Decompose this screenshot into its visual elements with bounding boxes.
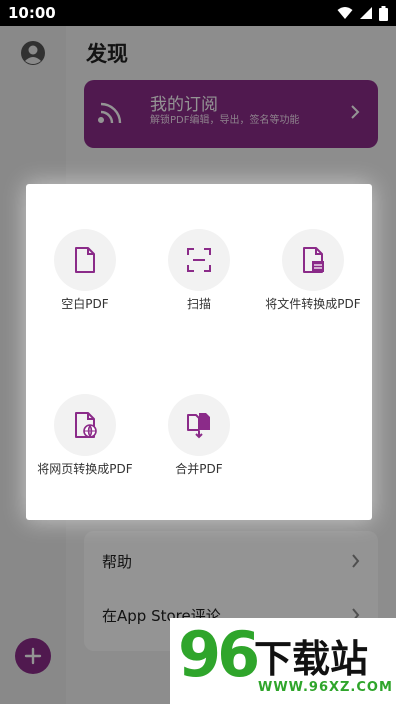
action-label: 扫描 (186, 297, 211, 311)
status-time: 10:00 (8, 4, 56, 22)
battery-icon (379, 5, 388, 21)
status-icons (337, 5, 388, 21)
action-icon-circle (282, 229, 344, 291)
merge-pdf-button[interactable]: 合并PDF (139, 394, 259, 504)
action-icon-circle (54, 394, 116, 456)
watermark-number: 96 (178, 618, 260, 691)
file-convert-icon (303, 247, 324, 273)
convert-file-button[interactable]: 将文件转换成PDF (253, 229, 373, 339)
watermark-text: 下载站 (254, 637, 369, 681)
action-label: 将网页转换成PDF (37, 462, 133, 476)
signal-icon (360, 7, 372, 19)
wifi-icon (337, 7, 353, 19)
web-convert-icon (75, 412, 97, 438)
watermark-logo: 96 下载站 WWW.96XZ.COM (170, 618, 396, 704)
scan-icon (187, 248, 211, 272)
create-pdf-dialog: 空白PDF 扫描 将文件转换成PDF 将网页转换成PDF 合并PDF (26, 184, 372, 520)
action-label: 将文件转换成PDF (265, 297, 361, 311)
action-icon-circle (168, 394, 230, 456)
blank-pdf-button[interactable]: 空白PDF (25, 229, 145, 339)
status-bar: 10:00 (0, 0, 396, 26)
blank-document-icon (75, 247, 95, 273)
action-label: 合并PDF (175, 462, 223, 476)
convert-webpage-button[interactable]: 将网页转换成PDF (25, 394, 145, 504)
action-icon-circle (54, 229, 116, 291)
scan-button[interactable]: 扫描 (139, 229, 259, 339)
watermark-url: WWW.96XZ.COM (258, 680, 393, 695)
action-icon-circle (168, 229, 230, 291)
action-label: 空白PDF (61, 297, 109, 311)
merge-icon (187, 413, 210, 439)
